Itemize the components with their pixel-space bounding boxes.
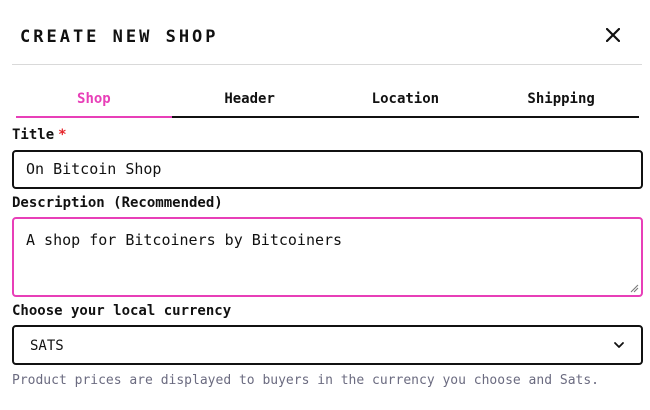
- title-label-text: Title: [12, 127, 55, 143]
- close-icon: [606, 28, 620, 42]
- title-label: Title *: [12, 127, 67, 143]
- description-value: A shop for Bitcoiners by Bitcoiners: [26, 231, 343, 249]
- tab-bar: Shop Header Location Shipping: [16, 88, 639, 118]
- resize-handle-icon[interactable]: [629, 283, 639, 293]
- currency-helper-text: Product prices are displayed to buyers i…: [12, 373, 599, 388]
- title-input-value: On Bitcoin Shop: [26, 160, 162, 178]
- create-shop-modal: CREATE NEW SHOP Shop Header Location Shi…: [0, 0, 650, 410]
- tab-shipping[interactable]: Shipping: [483, 88, 639, 116]
- modal-header: CREATE NEW SHOP: [12, 18, 642, 56]
- modal-title: CREATE NEW SHOP: [20, 27, 219, 47]
- description-label: Description (Recommended): [12, 195, 223, 211]
- tab-header[interactable]: Header: [172, 88, 328, 116]
- currency-select[interactable]: SATS: [12, 325, 643, 365]
- chevron-down-icon: [614, 342, 624, 348]
- tab-location[interactable]: Location: [328, 88, 484, 116]
- header-divider: [12, 64, 642, 65]
- required-mark: *: [58, 127, 67, 143]
- currency-label: Choose your local currency: [12, 303, 232, 319]
- currency-selected-value: SATS: [30, 338, 64, 354]
- title-input[interactable]: On Bitcoin Shop: [12, 150, 643, 189]
- description-textarea[interactable]: A shop for Bitcoiners by Bitcoiners: [12, 217, 643, 297]
- tab-shop[interactable]: Shop: [16, 88, 172, 118]
- close-button[interactable]: [600, 22, 626, 48]
